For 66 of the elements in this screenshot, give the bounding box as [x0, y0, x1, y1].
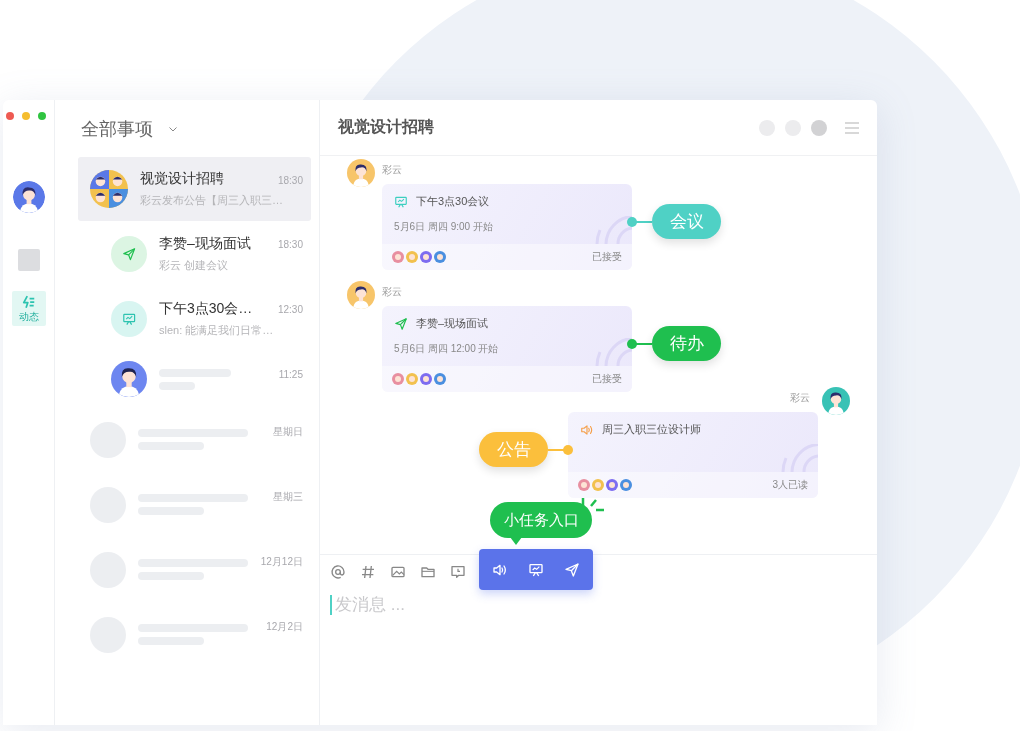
conversation-title: 下午3点30会… [159, 299, 254, 318]
card-schedule: 5月6日 周四 12:00 开始 [394, 342, 500, 356]
conversation-preview: 彩云 创建会议 [159, 257, 230, 273]
paper-plane-icon [564, 561, 580, 578]
conversation-title: 视觉设计招聘 [140, 170, 225, 188]
group-avatar [90, 170, 128, 208]
tag-pill: 待办 [652, 326, 721, 361]
conversation-time: 星期日 [273, 425, 303, 439]
conversation-item[interactable]: 李赞–现场面试 彩云 创建会议 18:30 [78, 221, 311, 286]
conversation-time: 12:30 [277, 304, 303, 315]
conversation-title: 李赞–现场面试 [159, 234, 252, 253]
window-controls-icon [5, 111, 47, 121]
task-card[interactable]: 周三入职三位设计师 3人已读 [568, 412, 818, 498]
ripple-drawing [594, 216, 632, 244]
participant-avatars-drawing [392, 373, 446, 385]
at-sign-icon [330, 564, 346, 580]
folder-icon [420, 564, 436, 580]
leader-line [627, 216, 652, 227]
clock-message-icon [450, 564, 466, 580]
card-title: 周三入职三位设计师 [602, 422, 701, 437]
conversation-time: 11:25 [278, 369, 303, 380]
tooltip-bubble: 小任务入口 [490, 502, 592, 538]
card-title: 李赞–现场面试 [416, 316, 489, 331]
card-status: 已接受 [592, 250, 622, 264]
conversation-time: 12月2日 [266, 620, 303, 634]
presentation-board-icon [394, 194, 408, 209]
paper-plane-avatar [111, 235, 147, 272]
card-status: 已接受 [592, 372, 622, 386]
conversation-time: 18:30 [277, 175, 303, 186]
card-status: 3人已读 [772, 478, 808, 492]
task-card[interactable]: 李赞–现场面试 5月6日 周四 12:00 开始 已接受 [382, 306, 632, 392]
ripple-drawing [594, 338, 632, 366]
contact-avatar [111, 361, 147, 397]
text-cursor [330, 595, 332, 615]
sender-name: 彩云 [382, 285, 403, 299]
circle-icon [811, 119, 827, 136]
sparkle-drawing [581, 497, 605, 512]
leader-line [548, 444, 573, 455]
conversation-time: 12月12日 [260, 555, 303, 569]
hash-icon [360, 564, 376, 580]
sender-name: 彩云 [790, 391, 810, 405]
menu-icon [845, 121, 859, 134]
presentation-board-avatar [111, 300, 147, 337]
speaker-icon [580, 422, 594, 437]
paper-plane-icon [394, 316, 408, 331]
chat-title: 视觉设计招聘 [338, 117, 435, 137]
leader-line [627, 338, 652, 349]
user-avatar [12, 181, 45, 213]
presentation-board-icon [528, 561, 544, 578]
card-title: 下午3点30会议 [416, 194, 490, 209]
sender-avatar [347, 281, 375, 309]
feed-icon [21, 295, 36, 309]
conversation-time: 星期三 [273, 490, 303, 504]
tag-pill: 公告 [479, 432, 548, 467]
task-card[interactable]: 下午3点30会议 5月6日 周四 9:00 开始 已接受 [382, 184, 632, 270]
sender-name: 彩云 [382, 163, 403, 177]
list-title: 全部事项 [81, 117, 153, 141]
sender-avatar [347, 159, 375, 187]
conversation-time: 18:30 [277, 239, 303, 250]
tag-pill: 会议 [652, 204, 721, 239]
participant-avatars-drawing [578, 479, 632, 491]
participant-avatars-drawing [392, 251, 446, 263]
sender-avatar [822, 387, 850, 415]
image-icon [390, 564, 406, 580]
card-schedule: 5月6日 周四 9:00 开始 [394, 220, 494, 234]
ripple-drawing [780, 444, 818, 472]
